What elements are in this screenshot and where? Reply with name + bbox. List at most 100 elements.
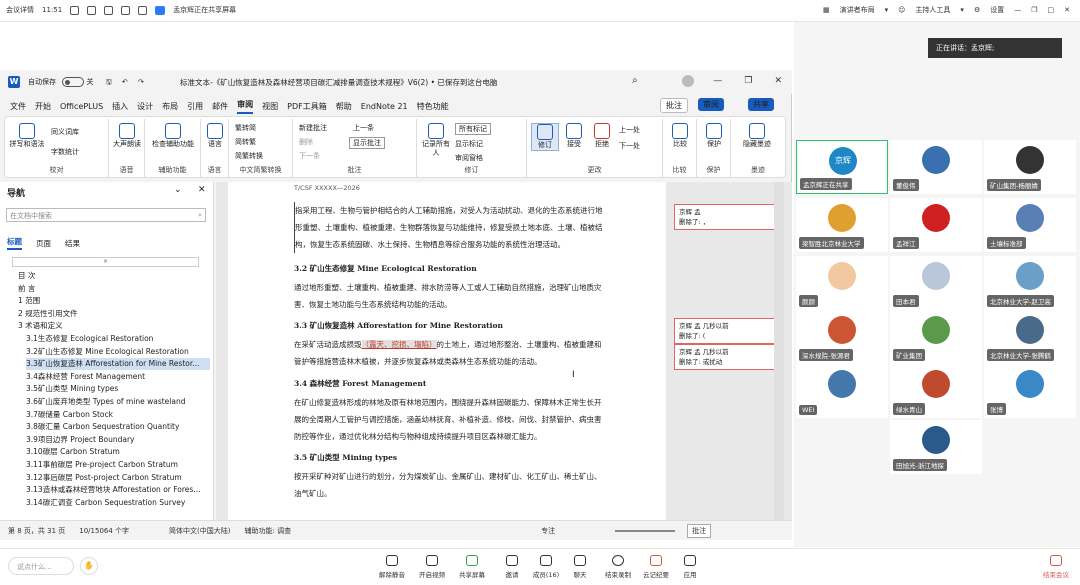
close-icon[interactable]: ✕ [774,76,782,86]
language-button[interactable]: 语言 [203,123,227,149]
menu-endnote[interactable]: EndNote 21 [361,102,408,111]
menu-insert[interactable]: 插入 [112,101,128,112]
comments-button[interactable]: 批注 [660,98,688,113]
nav-heading-item[interactable]: 前 言 [18,283,208,295]
simp-to-trad-button[interactable]: 简转繁 [235,137,256,147]
record-all-button[interactable]: 记录所有人 [421,123,451,158]
nav-heading-item[interactable]: 1 范围 [18,295,208,307]
menu-view[interactable]: 视图 [262,101,278,112]
menu-file[interactable]: 文件 [10,101,26,112]
participant-tile[interactable]: 田本君 [890,256,982,310]
menu-officeplus[interactable]: OfficePLUS [60,102,103,111]
hand-icon[interactable]: ✋ [80,557,98,575]
comment-balloon[interactable]: 京辉 孟 删除了: ， [674,204,784,230]
nav-heading-item[interactable]: 3 术语和定义 [18,320,208,332]
menu-home[interactable]: 开始 [35,101,51,112]
comment-balloon[interactable]: 京辉 孟 几秒以前 删除了: 或扰动 [674,344,784,370]
search-icon[interactable]: ⌕ [632,75,638,86]
grid-icon[interactable] [138,5,148,15]
presenter-layout-button[interactable]: 演讲者布局 [840,5,875,15]
participant-tile[interactable]: 田旭光-浙江地探 [890,420,982,474]
participant-tile[interactable]: 绿水青山 [890,364,982,418]
invite-button[interactable]: 邀请 [494,555,530,579]
restore-icon[interactable]: ❐ [744,76,752,86]
maximize-icon[interactable]: □ [1048,6,1055,14]
show-comments-button[interactable]: 显示批注 [349,137,385,149]
record-icon[interactable] [104,5,114,15]
minimize-icon[interactable]: — [713,76,722,86]
menu-features[interactable]: 特色功能 [417,101,449,112]
show-markup-button[interactable]: 显示标记 [455,139,483,149]
compare-button[interactable]: 比较 [667,123,693,149]
nav-heading-item[interactable]: 3.5矿山类型 Mining types [26,383,210,395]
minutes-button[interactable]: 云记纪要 [638,555,674,579]
menu-mailings[interactable]: 邮件 [212,101,228,112]
toggle-switch-icon[interactable] [62,77,85,87]
comment-balloon[interactable]: 京辉 孟 几秒以前 删除了: ( [674,318,784,344]
nav-heading-item[interactable]: 3.3矿山恢复造林 Afforestation for Mine Restor.… [26,358,210,371]
participant-tile[interactable]: 矿业集团 [890,310,982,364]
nav-heading-item[interactable]: 2 规范性引用文件 [18,308,208,320]
participant-tile[interactable]: 孟祥江 [890,198,982,252]
vertical-scrollbar[interactable] [774,182,784,520]
accept-button[interactable]: 接受 [561,123,587,149]
nav-heading-item[interactable]: 3.6矿山废弃地类型 Types of mine wasteland [26,396,210,408]
read-aloud-button[interactable]: 大声朗读 [113,123,141,149]
conversion-button[interactable]: 简繁转换 [235,151,263,161]
review-pane-button[interactable]: 审阅窗格 [455,153,483,163]
end-meeting-button[interactable]: 结束会议 [1038,555,1074,579]
prev-change-button[interactable]: 上一处 [619,125,640,135]
participant-tile[interactable]: 深水规院-张源君 [796,310,888,364]
participant-tile[interactable]: 土壤标准部 [984,198,1076,252]
participant-tile[interactable]: 梁智胜北京林业大学 [796,198,888,252]
nav-heading-item[interactable]: 3.12事后碳层 Post-project Carbon Stratum [26,472,210,484]
delete-comment-button[interactable]: 删除 [299,137,313,147]
hide-ink-button[interactable]: 隐藏墨迹 [737,123,777,149]
chat-input[interactable]: 说点什么... [8,557,74,575]
restore-icon[interactable]: ❐ [1031,6,1037,14]
tab-pages[interactable]: 页面 [36,238,51,249]
stop-recording-button[interactable]: 结束录制 [600,555,636,579]
protect-button[interactable]: 保护 [701,123,727,149]
review-mode-button[interactable]: 审阅 [698,98,724,111]
external-icon[interactable] [87,5,97,15]
focus-button[interactable]: 专注 [541,526,555,536]
comment-status-button[interactable]: 批注 [687,523,712,538]
nav-heading-item[interactable]: 3.2矿山生态修复 Mine Ecological Restoration [26,346,210,358]
p3-tracked-change[interactable]: （露天、挖损、塌陷） [361,340,437,349]
menu-design[interactable]: 设计 [137,101,153,112]
undo-icon[interactable]: ↶ [122,78,128,86]
close-icon[interactable]: ✕ [198,185,206,195]
apps-button[interactable]: 应用 [672,555,708,579]
spelling-button[interactable]: 拼写和语法 [9,123,45,149]
participant-tile[interactable]: 颜颜 [796,256,888,310]
chat-button[interactable]: 聊天 [562,555,598,579]
word-count[interactable]: 10/15064 个字 [79,526,129,536]
menu-help[interactable]: 帮助 [336,101,352,112]
autosave-toggle[interactable]: 自动保存 关 🖫 ↶ ↷ [28,77,144,89]
host-tools-button[interactable]: 主持人工具 [915,5,950,15]
settings-button[interactable]: 设置 [990,5,1004,15]
zoom-slider[interactable] [615,529,676,532]
menu-layout[interactable]: 布局 [162,101,178,112]
word-count-button[interactable]: 字数统计 [51,147,79,157]
nav-heading-item[interactable]: 3.7碳储量 Carbon Stock [26,409,210,421]
collapse-bar[interactable]: × [12,257,199,267]
language-status[interactable]: 简体中文(中国大陆) [169,526,230,536]
chevron-down-icon[interactable]: ⌄ [174,185,182,195]
menu-references[interactable]: 引用 [187,101,203,112]
menu-review[interactable]: 审阅 [237,99,254,114]
accessibility-check-button[interactable]: 检查辅助功能 [149,123,197,149]
participant-tile[interactable]: 董俊伟 [890,140,982,194]
camera-icon[interactable] [121,5,131,15]
video-button[interactable]: 开启视频 [414,555,450,579]
nav-heading-item[interactable]: 3.8碳汇量 Carbon Sequestration Quantity [26,421,210,433]
redo-icon[interactable]: ↷ [138,78,144,86]
participant-tile[interactable]: 北京林业大学-张腾鹤 [984,310,1076,364]
participant-tile[interactable]: 京辉 孟京辉正在共享 [796,140,888,194]
nav-heading-item[interactable]: 3.1生态修复 Ecological Restoration [26,333,210,345]
next-change-button[interactable]: 下一处 [619,141,640,151]
page-indicator[interactable]: 第 8 页，共 31 页 [8,526,65,536]
nav-heading-item[interactable]: 3.14碳汇调查 Carbon Sequestration Survey [26,497,210,509]
members-button[interactable]: 成员(16) [528,555,564,579]
